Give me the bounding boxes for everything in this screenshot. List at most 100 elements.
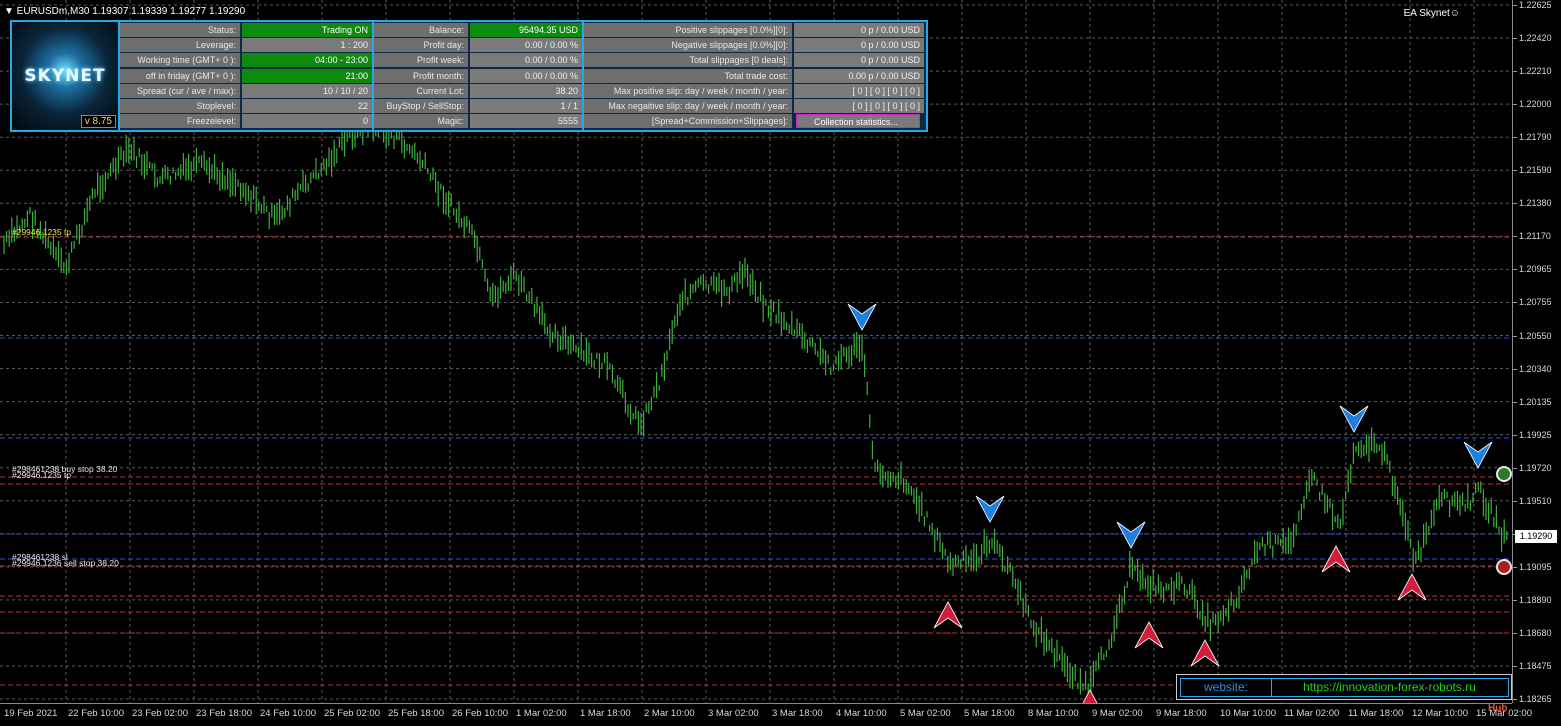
price-tick: 1.20755 <box>1513 297 1552 308</box>
time-tick: 5 Mar 02:00 <box>900 708 951 719</box>
panel-row-value: 0 p / 0.00 USD <box>794 23 924 37</box>
version-badge: v 8.75 <box>80 115 116 128</box>
sell-stop-marker-icon[interactable] <box>1496 559 1512 575</box>
time-tick: 25 Feb 02:00 <box>324 708 380 719</box>
panel-row: Profit month: 0.00 / 0.00 % <box>374 68 582 83</box>
panel-row-value: 95494.35 USD <box>470 23 582 37</box>
ea-name: EA Skynet☺ <box>1403 8 1460 19</box>
panel-row-value: 0 p / 0.00 USD <box>794 53 924 68</box>
panel-row-value: [ 0 ] [ 0 ] [ 0 ] [ 0 ] <box>794 99 924 113</box>
sell-signal-arrow-icon <box>1134 621 1164 649</box>
order-label-buy-tp: #29946.1235 tp <box>12 470 72 480</box>
time-tick: 3 Mar 02:00 <box>708 708 759 719</box>
panel-row: [Spread+Commission+Slippages]: Collection… <box>584 114 924 129</box>
website-frame: website: https://innovation-forex-robots… <box>1180 678 1509 697</box>
time-tick: 24 Feb 10:00 <box>260 708 316 719</box>
collection-statistics-button[interactable]: Collection statistics... <box>796 114 920 129</box>
buy-signal-arrow-icon <box>975 495 1005 523</box>
time-tick: 1 Mar 02:00 <box>516 708 567 719</box>
panel-row-label: Profit week: <box>374 53 468 68</box>
panel-row-label: Spread (cur / ave / max): <box>120 83 240 98</box>
panel-row: Freezelevel: 0 <box>120 114 372 129</box>
time-tick: 3 Mar 18:00 <box>772 708 823 719</box>
chart-area[interactable]: ▼ EURUSDm,M30 1.19307 1.19339 1.19277 1.… <box>0 0 1512 703</box>
panel-row-value: 0.00 p / 0.00 USD <box>794 68 924 83</box>
time-tick: 19 Feb 2021 <box>4 708 58 719</box>
time-tick: 8 Mar 10:00 <box>1028 708 1079 719</box>
time-tick: 9 Mar 02:00 <box>1092 708 1143 719</box>
price-tick: 1.19510 <box>1513 495 1552 506</box>
panel-row-label: Leverage: <box>120 38 240 53</box>
panel-row-value: 5555 <box>470 114 582 129</box>
panel-column-status: Status: Trading ON Leverage: 1 : 200 Working… <box>120 22 372 130</box>
panel-row: Current Lot: 38.20 <box>374 83 582 98</box>
panel-row: Total trade cost: 0.00 p / 0.00 USD <box>584 68 924 83</box>
panel-row: Profit week: 0.00 / 0.00 % <box>374 53 582 68</box>
panel-row: Leverage: 1 : 200 <box>120 38 372 53</box>
panel-row-value: 0 <box>242 114 372 129</box>
sell-signal-arrow-icon <box>1190 639 1220 667</box>
time-tick: 11 Mar 02:00 <box>1284 708 1340 719</box>
panel-row: Profit day: 0.00 / 0.00 % <box>374 38 582 53</box>
buy-signal-arrow-icon <box>1339 405 1369 433</box>
price-tick: 1.21790 <box>1513 132 1552 143</box>
time-tick: 25 Feb 18:00 <box>388 708 444 719</box>
ea-info-panel: SKYNET v 8.75 Status: Trading ON Leverage:… <box>10 20 928 132</box>
panel-row-value: 38.20 <box>470 83 582 98</box>
panel-row-label: Negative slippages [0.0%][0]: <box>584 38 792 53</box>
order-label-sell-stop: #29946.1236 sell stop 38.20 <box>12 558 119 568</box>
panel-row-value: Trading ON <box>242 23 372 37</box>
panel-row: Max positive slip: day / week / month / … <box>584 83 924 98</box>
price-tick: 1.19720 <box>1513 462 1552 473</box>
panel-row-value: 0 p / 0.00 USD <box>794 38 924 53</box>
website-link[interactable]: https://innovation-forex-robots.ru <box>1273 679 1506 696</box>
panel-row-label: Current Lot: <box>374 83 468 98</box>
time-tick: 5 Mar 18:00 <box>964 708 1015 719</box>
time-axis[interactable]: 19 Feb 2021 22 Feb 10:00 23 Feb 02:00 23 Fe… <box>0 703 1532 726</box>
price-tick: 1.20340 <box>1513 363 1552 374</box>
panel-row-label: Stoplevel: <box>120 99 240 113</box>
panel-row-label: Working time (GMT+ 0 ): <box>120 53 240 68</box>
order-label-tp: #29946.1235 tp <box>12 227 72 237</box>
watermark-logo: Hub <box>1488 703 1508 714</box>
panel-row-label: off in friday (GMT+ 0 ): <box>120 68 240 83</box>
price-tick: 1.18475 <box>1513 661 1552 671</box>
panel-row-label: Max positive slip: day / week / month / … <box>584 83 792 98</box>
panel-row-value: 0.00 / 0.00 % <box>470 53 582 68</box>
price-tick: 1.21170 <box>1513 231 1551 242</box>
time-tick: 4 Mar 10:00 <box>836 708 887 719</box>
buy-signal-arrow-icon <box>1463 441 1493 469</box>
panel-column-slippage: Positive slippages [0.0%][0]: 0 p / 0.00 … <box>584 22 924 130</box>
sell-signal-arrow-icon <box>933 601 963 629</box>
panel-row-value: 0.00 / 0.00 % <box>470 38 582 53</box>
price-tick: 1.22625 <box>1513 0 1552 10</box>
panel-row-label: Magic: <box>374 114 468 129</box>
panel-row-value: 0.00 / 0.00 % <box>470 68 582 83</box>
panel-row: Status: Trading ON <box>120 23 372 37</box>
price-tick: 1.19095 <box>1513 561 1552 572</box>
price-tick: 1.21590 <box>1513 165 1552 176</box>
price-tick: 1.18890 <box>1513 594 1552 605</box>
panel-column-account: Balance: 95494.35 USD Profit day: 0.00 / 0.… <box>374 22 582 130</box>
price-tick: 1.22000 <box>1513 99 1552 110</box>
panel-row: Negative slippages [0.0%][0]: 0 p / 0.00 … <box>584 38 924 53</box>
buy-signal-arrow-icon <box>1116 521 1146 549</box>
panel-row: off in friday (GMT+ 0 ): 21:00 <box>120 68 372 83</box>
price-axis[interactable]: 1.22625 1.22420 1.22210 1.22000 1.21790 1.215… <box>1512 0 1561 704</box>
panel-row-label: Profit month: <box>374 68 468 83</box>
price-tick: 1.22210 <box>1513 66 1552 77</box>
buy-stop-marker-icon[interactable] <box>1496 466 1512 482</box>
symbol-info: ▼ EURUSDm,M30 1.19307 1.19339 1.19277 1.… <box>4 6 246 17</box>
panel-row-label: Max negaitive slip: day / week / month /… <box>584 99 792 113</box>
time-tick: 10 Mar 10:00 <box>1220 708 1276 719</box>
panel-row: Max negaitive slip: day / week / month /… <box>584 99 924 113</box>
panel-row-label: Positive slippages [0.0%][0]: <box>584 23 792 37</box>
panel-row-label: Status: <box>120 23 240 37</box>
panel-row-label: BuyStop / SellStop: <box>374 99 468 113</box>
panel-row-label: Profit day: <box>374 38 468 53</box>
panel-row: Balance: 95494.35 USD <box>374 23 582 37</box>
panel-row-value: 1 : 200 <box>242 38 372 53</box>
time-tick: 9 Mar 18:00 <box>1156 708 1207 719</box>
panel-row-value: 10 / 10 / 20 <box>242 83 372 98</box>
price-tick: 1.20550 <box>1513 330 1552 341</box>
